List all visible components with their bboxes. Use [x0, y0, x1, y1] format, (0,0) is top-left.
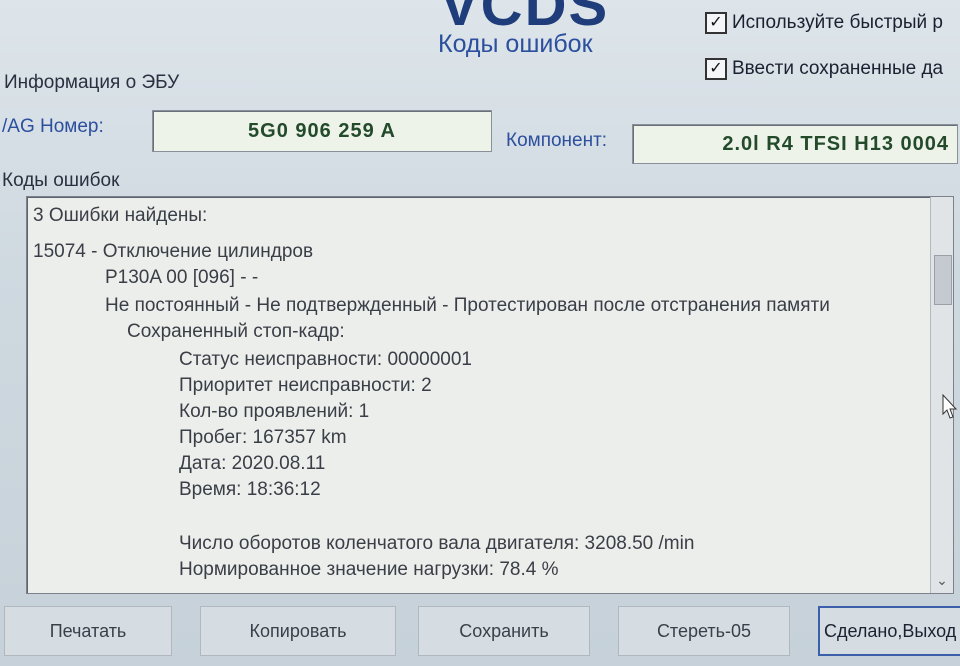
freeze-frame-line: Нормированное значение нагрузки: 78.4 % — [179, 559, 559, 580]
component-label: Компонент: — [506, 130, 608, 151]
check-icon[interactable]: ✓ — [705, 58, 727, 80]
freeze-frame-line: Пробег: 167357 km — [179, 427, 347, 448]
fault-codes-heading: Коды ошибок — [2, 170, 120, 191]
check-icon[interactable]: ✓ — [705, 12, 727, 34]
ecu-info-heading: Информация о ЭБУ — [4, 72, 180, 93]
freeze-frame-heading: Сохраненный стоп-кадр: — [127, 321, 345, 342]
scrollbar-thumb[interactable] — [934, 255, 952, 305]
freeze-frame-line: Кол-во проявлений: 1 — [179, 401, 370, 422]
freeze-frame-line: Время: 18:36:12 — [179, 479, 321, 500]
freeze-frame-line: Дата: 2020.08.11 — [179, 453, 326, 474]
print-button[interactable]: Печатать — [4, 606, 172, 656]
vag-number-field: 5G0 906 259 A — [152, 110, 492, 152]
done-exit-button[interactable]: Сделано,Выход — [818, 606, 960, 656]
fault-code-line: 15074 - Отключение цилиндров — [33, 241, 314, 262]
enter-saved-option[interactable]: ✓ Ввести сохраненные да — [705, 58, 943, 80]
vag-number-label: /AG Номер: — [2, 116, 104, 137]
component-field: 2.0l R4 TFSI H13 0004 — [632, 124, 958, 164]
fast-mode-label: Используйте быстрый р — [732, 12, 943, 33]
freeze-frame-line: Статус неисправности: 00000001 — [179, 349, 472, 370]
window-title: Коды ошибок — [438, 30, 593, 58]
vcds-fault-codes-screen: VCDS Коды ошибок ✓ Используйте быстрый р… — [0, 0, 960, 666]
fault-status-line: Не постоянный - Не подтвержденный - Прот… — [105, 295, 830, 316]
save-button[interactable]: Сохранить — [418, 606, 590, 656]
mouse-cursor-icon — [942, 394, 958, 419]
fault-count-line: 3 Ошибки найдены: — [33, 205, 208, 226]
enter-saved-label: Ввести сохраненные да — [732, 58, 944, 79]
fault-pcode-line: P130A 00 [096] - - — [105, 267, 259, 288]
freeze-frame-line: Число оборотов коленчатого вала двигател… — [179, 533, 695, 554]
clear-codes-button[interactable]: Стереть-05 — [618, 606, 790, 656]
chevron-down-icon[interactable]: ⌄ — [931, 572, 953, 589]
action-buttons: Печатать Копировать Сохранить Стереть-05… — [0, 600, 960, 666]
fast-mode-option[interactable]: ✓ Используйте быстрый р — [705, 12, 943, 34]
copy-button[interactable]: Копировать — [200, 606, 396, 656]
freeze-frame-line: Приоритет неисправности: 2 — [179, 375, 432, 396]
fault-codes-list[interactable]: 3 Ошибки найдены: 15074 - Отключение цил… — [26, 196, 954, 594]
